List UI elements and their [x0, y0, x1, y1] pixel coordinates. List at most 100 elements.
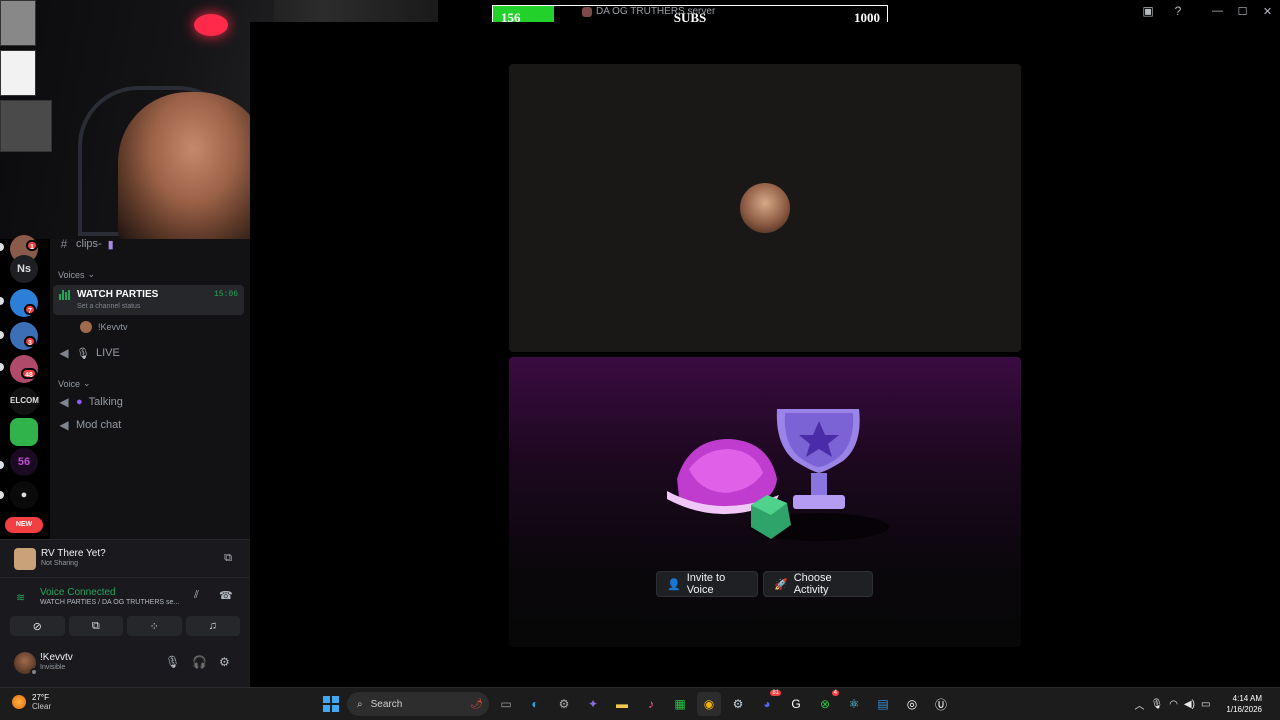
unreal-icon[interactable]: Ⓤ [929, 692, 953, 716]
username[interactable]: !Kevvtv [40, 652, 73, 663]
maximize-button[interactable]: ☐ [1230, 0, 1255, 22]
server-rail: 1 Ns 7 3 48 ELCOM 56 ● NEW [0, 235, 50, 539]
voice-channel-watch-parties[interactable]: WATCH PARTIES Set a channel status 15:06 [53, 285, 244, 315]
status-indicator [30, 668, 38, 676]
speaker-icon: ◀ [59, 418, 69, 432]
voice-member[interactable]: !Kevvtv [80, 321, 128, 333]
task-view-icon[interactable]: ▭ [494, 692, 518, 716]
minimize-button[interactable]: — [1205, 0, 1230, 22]
neon-sign [194, 14, 228, 36]
noise-suppression-icon[interactable]: ⫽ [194, 589, 199, 602]
new-badge[interactable]: NEW [5, 517, 43, 533]
channel-list: # clips- ▮ Voices ⌄ WATCH PARTIES Set a … [50, 237, 250, 539]
voice-actions: ⊘ ⧉ ⁘ ♫ [10, 616, 240, 636]
channel-name: WATCH PARTIES [77, 289, 159, 300]
chrome-icon[interactable]: ◉ [697, 692, 721, 716]
unread-pip [0, 461, 4, 469]
notification-badge: 81 [770, 690, 781, 696]
server-icon[interactable] [10, 418, 38, 446]
discord-icon[interactable]: ◕ 81 [755, 690, 781, 716]
thumbnail [0, 0, 36, 46]
avatar[interactable] [14, 652, 38, 676]
wifi-icon[interactable]: ◠ [1169, 699, 1178, 710]
edge-icon[interactable]: ◐ [523, 692, 547, 716]
rocket-icon: 🚀 [774, 578, 788, 591]
voice-channel-live[interactable]: ◀ 🎙 LIVE [58, 346, 244, 360]
signal-icon: ≋ [16, 592, 26, 604]
screen-share-button[interactable]: ⧉ [68, 616, 123, 636]
inbox-icon[interactable]: ▣ [1133, 0, 1163, 22]
system-tray: ︿ 🎙 ◠ ◀) ▭ 4:14 AM 1/16/2026 [1134, 691, 1280, 717]
photos-icon[interactable]: ▤ [871, 692, 895, 716]
camera-off-button[interactable]: ⊘ [10, 616, 65, 636]
user-panel: !Kevvtv Invisible 🎙 🎧 ⚙ [0, 639, 250, 687]
app-g-icon[interactable]: G [784, 692, 808, 716]
unread-pip [0, 363, 4, 371]
server-welcome[interactable]: ELCOM [10, 387, 39, 415]
game-thumbnail [14, 548, 36, 570]
streamer [118, 92, 268, 239]
taskbar-search[interactable]: ⌕ Search 🌶 [347, 692, 489, 716]
add-user-icon: 👤 [667, 578, 681, 591]
battery-icon[interactable]: ▭ [1201, 699, 1210, 710]
server-ns[interactable]: Ns [10, 255, 38, 283]
avatar [80, 321, 92, 333]
speaker-activity-icon [59, 290, 71, 300]
react-icon[interactable]: ⚛ [842, 692, 866, 716]
channel-status[interactable]: Set a channel status [77, 303, 140, 310]
category-voices[interactable]: Voices ⌄ [58, 269, 95, 280]
taskbar: 27°F Clear ⌕ Search 🌶 ▭ ◐ ⚙ ✦ ▬ ♪ ▦ ◉ ⚙ … [0, 687, 1280, 720]
system-clock[interactable]: 4:14 AM 1/16/2026 [1226, 693, 1262, 715]
voice-channel-mod-chat[interactable]: ◀ Mod chat [58, 418, 244, 432]
screen: 156 SUBS 1000 DA OG TRUTHERS server ▣ ? … [0, 0, 1280, 720]
weather-widget[interactable]: 27°F Clear [12, 693, 51, 711]
mention-badge: 48 [21, 368, 37, 379]
channel-clips[interactable]: # clips- ▮ [58, 237, 244, 251]
windows-start-button[interactable] [320, 693, 342, 715]
close-button[interactable]: ✕ [1255, 0, 1280, 22]
activities-button[interactable]: ⁘ [127, 616, 182, 636]
chevron-up-icon[interactable]: ︿ [1134, 697, 1144, 712]
taskbar-apps: ⌕ Search 🌶 ▭ ◐ ⚙ ✦ ▬ ♪ ▦ ◉ ⚙ ◕ 81 G ⊗ 4 ⚛ … [320, 690, 953, 717]
mic-icon: 🎙 [76, 347, 90, 360]
obs-icon[interactable]: ◎ [900, 692, 924, 716]
mention-badge: 1 [26, 240, 38, 251]
participant-avatar [740, 183, 790, 233]
speaker-icon: ◀ [59, 395, 69, 409]
activity-subtitle: Not Sharing [41, 560, 78, 567]
weather-temp: 27°F [32, 693, 49, 702]
voice-location[interactable]: WATCH PARTIES / DA OG TRUTHERS se... [40, 599, 179, 606]
activity-illustration [667, 409, 889, 541]
mic-icon[interactable]: 🎙 [165, 655, 180, 669]
chevron-down-icon: ⌄ [87, 269, 96, 279]
weather-condition: Clear [32, 702, 52, 711]
steam-icon[interactable]: ⚙ [726, 692, 750, 716]
server-56[interactable]: 56 [10, 448, 38, 476]
soundboard-button[interactable]: ♫ [185, 616, 240, 636]
spreadsheet-icon[interactable]: ▦ [668, 692, 692, 716]
copilot-icon[interactable]: ✦ [581, 692, 605, 716]
help-icon[interactable]: ? [1163, 0, 1193, 22]
settings-icon[interactable]: ⚙ [552, 692, 576, 716]
gear-icon[interactable]: ⚙ [219, 655, 230, 669]
mic-icon[interactable]: 🎙 [1150, 699, 1163, 710]
headphones-icon[interactable]: 🎧 [192, 655, 207, 669]
xbox-icon[interactable]: ⊗ 4 [813, 690, 839, 716]
search-icon: ⌕ [357, 698, 363, 710]
voice-channel-talking[interactable]: ◀ ● Talking [58, 395, 244, 409]
disconnect-icon[interactable]: ☎ [219, 589, 233, 602]
choose-activity-button[interactable]: 🚀 Choose Activity [763, 571, 873, 597]
server-lock-icon[interactable]: ● [10, 481, 38, 509]
file-explorer-icon[interactable]: ▬ [610, 692, 634, 716]
hash-icon: # [60, 237, 68, 251]
music-icon[interactable]: ♪ [639, 692, 663, 716]
invite-to-voice-button[interactable]: 👤 Invite to Voice [656, 571, 758, 597]
weather-icon [12, 695, 26, 709]
category-voice[interactable]: Voice ⌄ [58, 378, 91, 389]
share-screen-icon[interactable]: ⧉ [224, 552, 232, 565]
participant-tile[interactable] [509, 64, 1021, 352]
unread-pip [0, 297, 4, 305]
server-title: DA OG TRUTHERS server [582, 6, 715, 17]
voice-status[interactable]: Voice Connected [40, 587, 116, 598]
volume-icon[interactable]: ◀) [1184, 699, 1195, 710]
